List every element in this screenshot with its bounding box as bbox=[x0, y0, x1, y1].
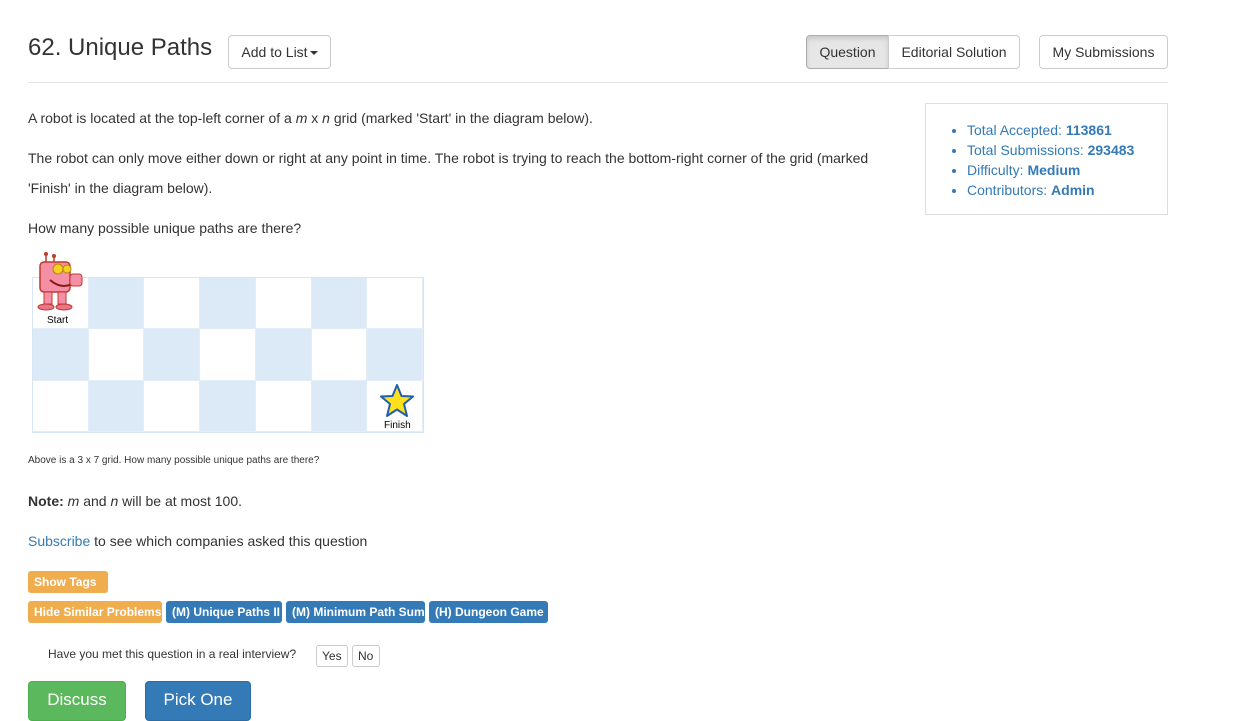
grid-cell bbox=[200, 278, 256, 330]
show-tags-button[interactable]: Show Tags bbox=[28, 571, 108, 593]
grid-cell bbox=[88, 380, 145, 432]
page-title: 62. Unique Paths bbox=[28, 34, 213, 61]
finish-label: Finish bbox=[384, 420, 411, 431]
stats-panel: Total Accepted: 113861 Total Submissions… bbox=[925, 103, 1168, 215]
hide-similar-problems-button[interactable]: Hide Similar Problems bbox=[28, 601, 162, 623]
robot-icon bbox=[37, 252, 83, 311]
caret-down-icon bbox=[309, 51, 318, 56]
similar-problem-minimum-path-sum[interactable]: (M) Minimum Path Sum bbox=[286, 601, 425, 623]
stat-contributors: Contributors: Admin bbox=[967, 180, 1134, 200]
grid-cell bbox=[144, 380, 201, 432]
grid-diagram bbox=[32, 277, 424, 433]
note-text: Note: m and n will be at most 100. bbox=[28, 493, 243, 509]
start-label: Start bbox=[47, 315, 69, 326]
grid-cell bbox=[33, 329, 89, 381]
grid-cell bbox=[311, 380, 368, 432]
grid-cell bbox=[367, 278, 423, 330]
interview-yes-button[interactable]: Yes bbox=[316, 645, 348, 667]
similar-problem-dungeon-game[interactable]: (H) Dungeon Game bbox=[429, 601, 548, 623]
add-to-list-button[interactable]: Add to List bbox=[228, 35, 331, 69]
interview-question: Have you met this question in a real int… bbox=[48, 647, 297, 661]
grid-cell bbox=[255, 380, 312, 432]
grid-cell bbox=[311, 278, 368, 330]
grid-cell bbox=[200, 329, 256, 381]
stat-total-submissions: Total Submissions: 293483 bbox=[967, 140, 1134, 160]
grid-cell bbox=[144, 278, 201, 330]
diagram-caption: Above is a 3 x 7 grid. How many possible… bbox=[28, 455, 320, 466]
subscribe-text: Subscribe to see which companies asked t… bbox=[28, 533, 368, 549]
grid-cell bbox=[144, 329, 201, 381]
stat-total-accepted: Total Accepted: 113861 bbox=[967, 120, 1134, 140]
stats-list: Total Accepted: 113861 Total Submissions… bbox=[926, 120, 1134, 200]
star-icon bbox=[380, 384, 414, 417]
tab-editorial-solution[interactable]: Editorial Solution bbox=[888, 35, 1020, 69]
tab-question[interactable]: Question bbox=[806, 35, 889, 69]
description-p2: The robot can only move either down or r… bbox=[28, 150, 869, 196]
grid-cell bbox=[200, 380, 256, 432]
add-to-list-label: Add to List bbox=[241, 44, 308, 60]
description-p3: How many possible unique paths are there… bbox=[28, 220, 302, 236]
my-submissions-button[interactable]: My Submissions bbox=[1039, 35, 1168, 69]
grid-cell bbox=[255, 329, 312, 381]
grid-cell bbox=[88, 329, 145, 381]
grid-cell bbox=[367, 329, 423, 381]
description-p1: A robot is located at the top-left corne… bbox=[28, 110, 593, 126]
grid-cell bbox=[255, 278, 312, 330]
grid-cell bbox=[311, 329, 368, 381]
interview-no-button[interactable]: No bbox=[352, 645, 380, 667]
grid-cell bbox=[88, 278, 145, 330]
subscribe-link[interactable]: Subscribe bbox=[28, 533, 90, 549]
stat-difficulty: Difficulty: Medium bbox=[967, 160, 1134, 180]
pick-one-button[interactable]: Pick One bbox=[145, 681, 251, 721]
page-header: 62. Unique Paths Add to List Question Ed… bbox=[28, 34, 1168, 83]
grid-cell bbox=[33, 380, 89, 432]
similar-problem-unique-paths-ii[interactable]: (M) Unique Paths II bbox=[166, 601, 282, 623]
discuss-button[interactable]: Discuss bbox=[28, 681, 126, 721]
